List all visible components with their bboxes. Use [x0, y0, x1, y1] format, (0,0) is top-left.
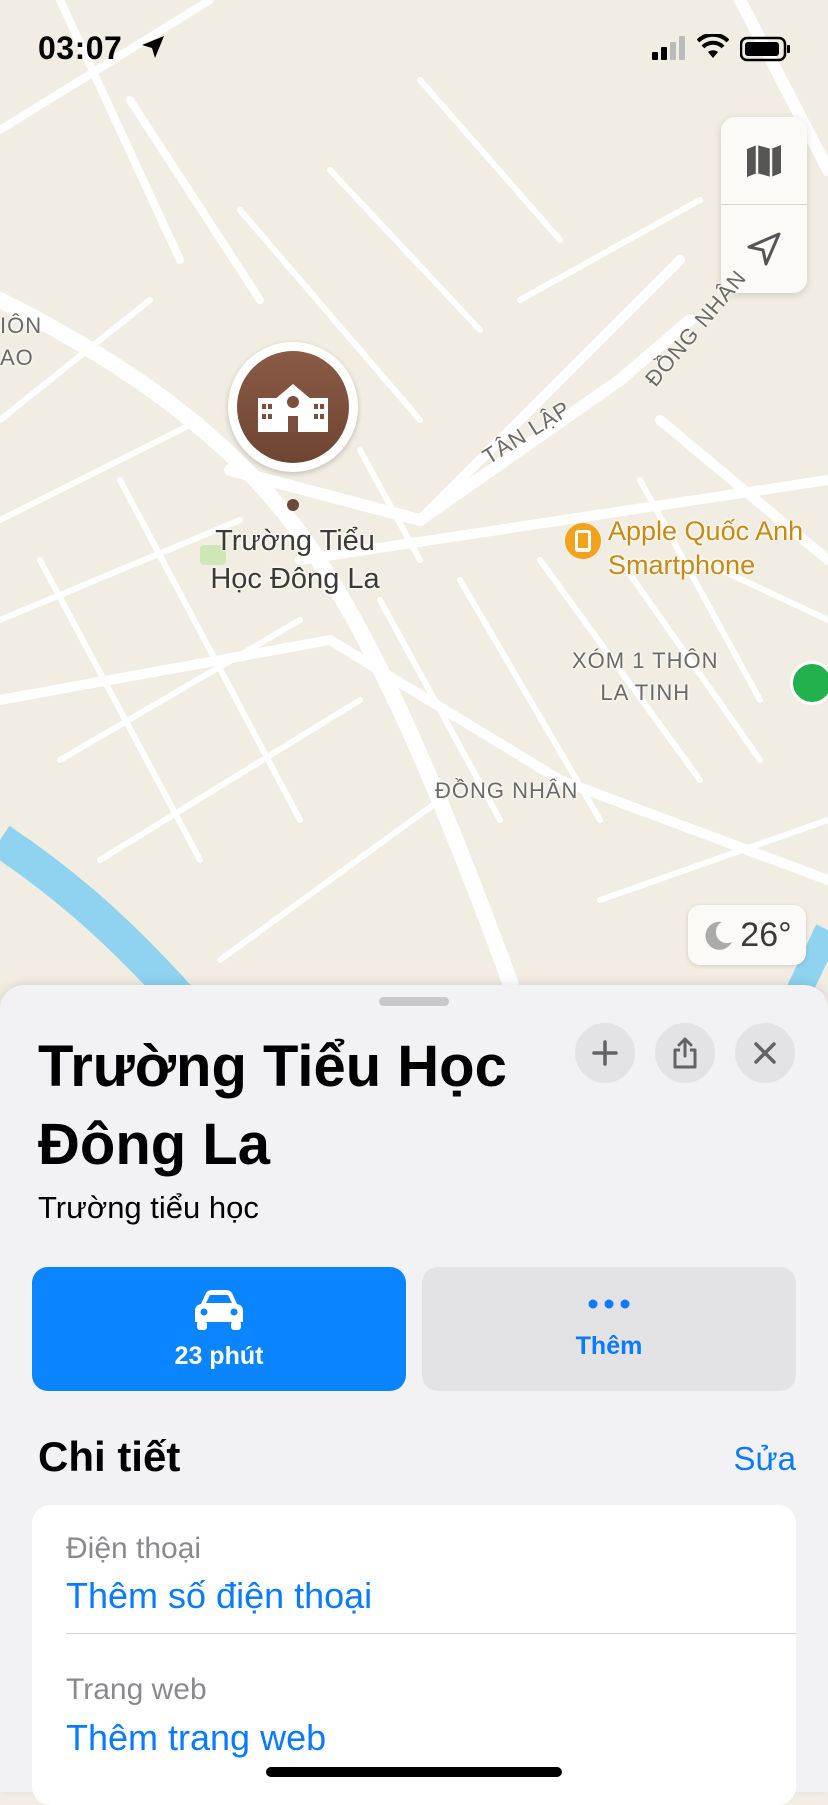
card-divider	[66, 1633, 796, 1634]
map-view[interactable]: 03:07 Trường Tiểu Học Đông La TÂN LẬP ĐỒ…	[0, 0, 828, 1010]
add-phone-link[interactable]: Thêm số điện thoại	[66, 1575, 372, 1617]
share-icon	[673, 1037, 697, 1069]
area-label-line-2: LA TINH	[600, 680, 691, 705]
restaurant-poi[interactable]	[790, 661, 828, 705]
place-label-line-1: Trường Tiểu	[215, 525, 375, 557]
details-heading: Chi tiết	[38, 1433, 181, 1480]
car-icon	[195, 1289, 243, 1330]
clock: 03:07	[38, 30, 123, 66]
area-label-left-2: AO	[0, 345, 34, 370]
map-icon	[747, 144, 781, 177]
pin-anchor-dot	[287, 499, 299, 511]
close-icon	[754, 1042, 776, 1064]
website-label: Trang web	[66, 1673, 207, 1706]
place-map-label[interactable]: Trường Tiểu Học Đông La	[170, 522, 420, 598]
phone-icon	[575, 530, 591, 552]
place-category: Trường tiểu học	[38, 1190, 259, 1225]
apple-store-label-1: Apple Quốc Anh	[608, 516, 804, 546]
street-label-dong-nhan: ĐỒNG NHÂN	[435, 778, 579, 803]
location-arrow-icon	[142, 36, 164, 58]
place-title: Trường Tiểu Học Đông La	[38, 1034, 507, 1177]
apple-store-poi[interactable]	[565, 523, 601, 559]
close-button[interactable]	[735, 1023, 795, 1083]
sheet-grabber[interactable]	[379, 997, 449, 1006]
apple-store-label-2: Smartphone	[608, 550, 756, 580]
edit-button[interactable]: Sửa	[734, 1440, 796, 1478]
place-label-line-2: Học Đông La	[210, 563, 380, 595]
moon-icon	[705, 921, 733, 950]
area-label-xom-1: XÓM 1 THÔN LA TINH	[572, 645, 719, 709]
school-pin-badge	[237, 351, 349, 463]
school-icon	[258, 384, 328, 432]
directions-button[interactable]: 23 phút	[32, 1267, 406, 1391]
area-label-line-1: XÓM 1 THÔN	[572, 648, 719, 673]
location-arrow-icon	[747, 232, 781, 265]
school-pin[interactable]	[228, 342, 358, 472]
road-network	[0, 0, 828, 1010]
home-indicator[interactable]	[266, 1767, 562, 1777]
temperature: 26°	[740, 915, 792, 954]
wifi-icon	[697, 34, 729, 58]
phone-label: Điện thoại	[66, 1532, 202, 1565]
area-label-left-1: IÔN	[0, 313, 43, 338]
ellipsis-icon	[588, 1299, 630, 1308]
cellular-signal-icon	[652, 36, 685, 60]
add-website-link[interactable]: Thêm trang web	[66, 1717, 326, 1759]
share-button[interactable]	[655, 1023, 715, 1083]
place-card-sheet: Trường Tiểu Học Đông La Trường tiểu học …	[0, 985, 828, 1805]
battery-icon	[740, 36, 790, 62]
details-card: Điện thoại Thêm số điện thoại Trang web …	[32, 1505, 796, 1805]
more-button[interactable]: Thêm	[422, 1267, 796, 1391]
status-bar: 03:07	[0, 0, 828, 100]
add-button[interactable]	[575, 1023, 635, 1083]
drive-time-label: 23 phút	[174, 1341, 264, 1370]
more-label: Thêm	[575, 1331, 643, 1360]
apple-store-label[interactable]: Apple Quốc Anh Smartphone	[608, 514, 803, 582]
plus-icon	[592, 1040, 618, 1066]
map-mode-button[interactable]	[721, 117, 807, 204]
weather-badge: 26°	[688, 905, 806, 965]
area-label-left-partial: IÔN AO	[0, 310, 42, 374]
